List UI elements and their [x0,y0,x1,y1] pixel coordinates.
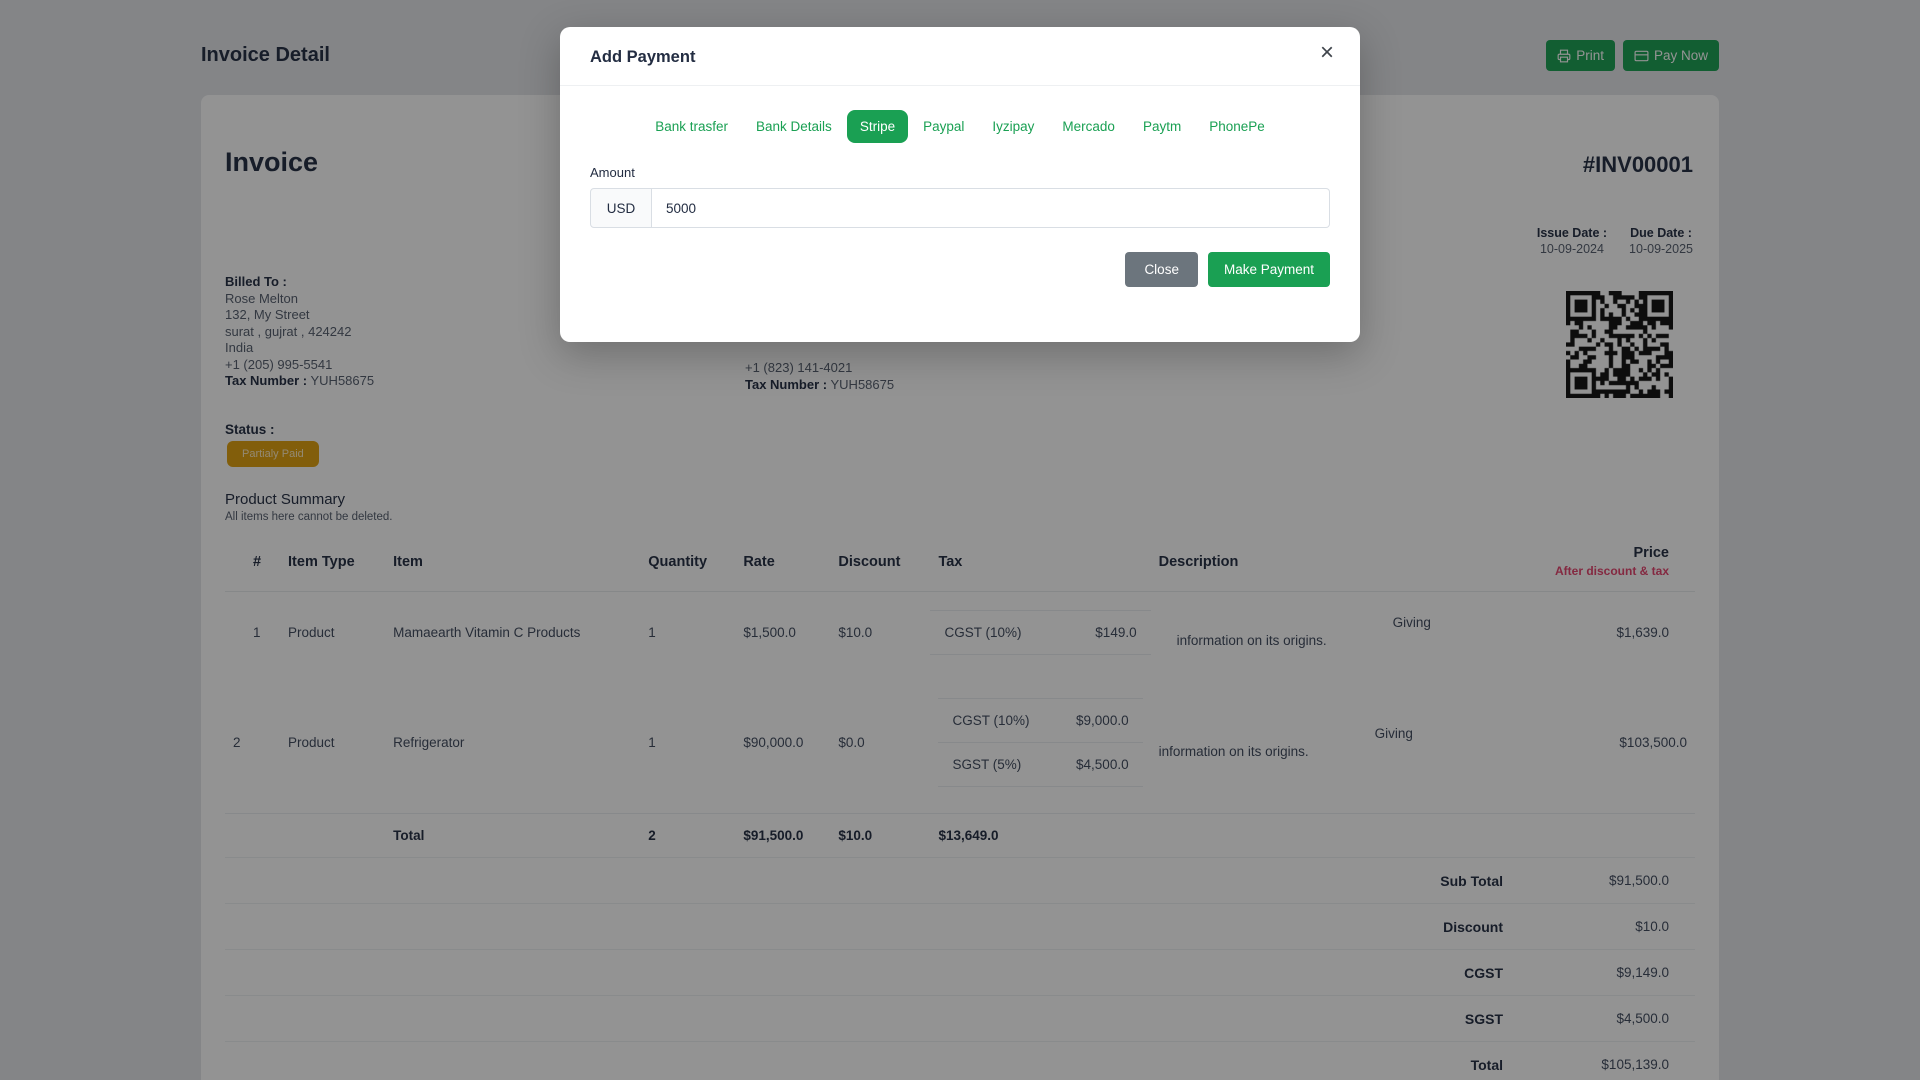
tab-mercado[interactable]: Mercado [1049,110,1128,143]
tab-iyzipay[interactable]: Iyzipay [979,110,1047,143]
amount-label: Amount [590,165,635,180]
tab-stripe[interactable]: Stripe [846,110,909,143]
close-icon[interactable]: × [1320,41,1334,65]
modal-title: Add Payment [590,48,696,66]
tab-bank-details[interactable]: Bank Details [743,110,845,143]
payment-method-tabs: Bank trasfer Bank Details Stripe Paypal … [590,110,1330,143]
currency-addon: USD [590,188,652,228]
tab-paypal[interactable]: Paypal [910,110,977,143]
modal-close-button[interactable]: Close [1125,252,1198,287]
tab-bank-transfer[interactable]: Bank trasfer [642,110,741,143]
tab-paytm[interactable]: Paytm [1130,110,1194,143]
tab-phonepe[interactable]: PhonePe [1196,110,1278,143]
add-payment-modal: Add Payment × Bank trasfer Bank Details … [560,27,1360,342]
make-payment-button[interactable]: Make Payment [1207,252,1330,287]
amount-input[interactable] [652,188,1330,228]
